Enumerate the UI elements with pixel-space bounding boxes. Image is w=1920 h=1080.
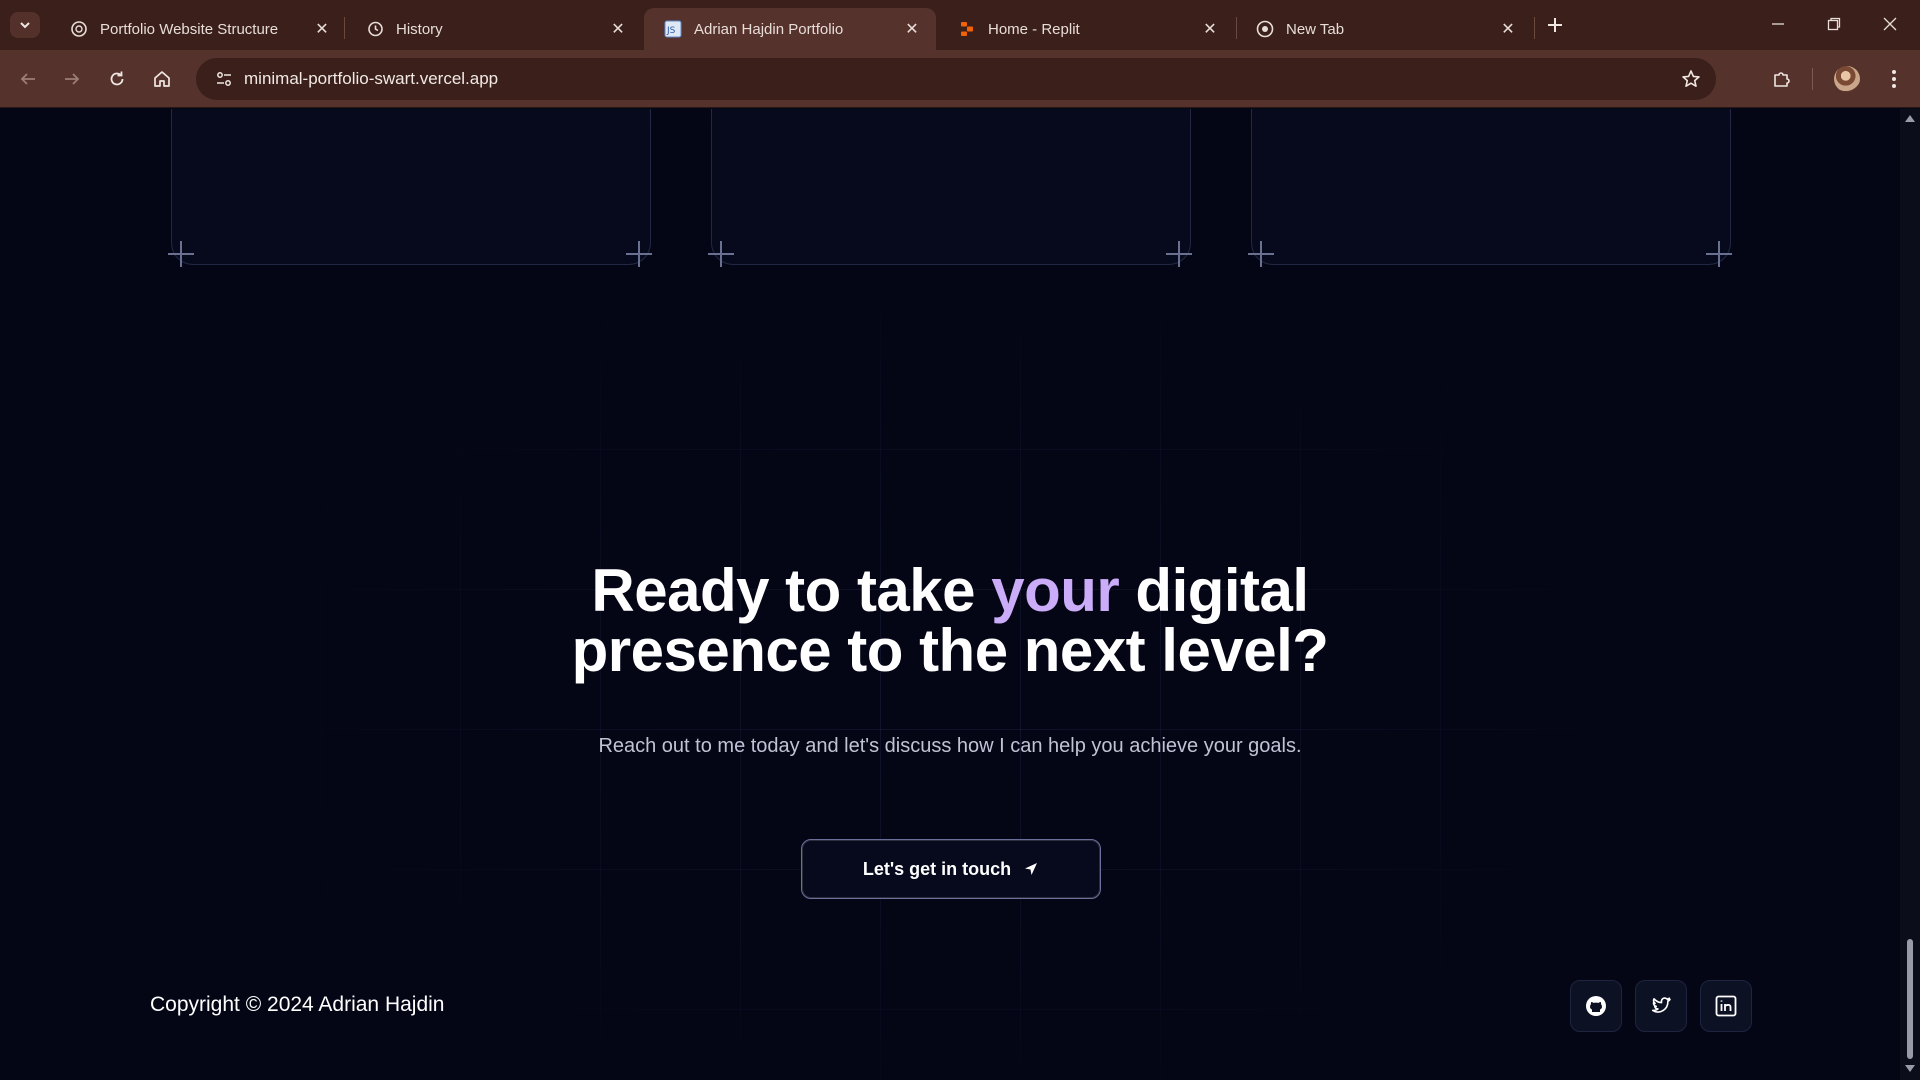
tab-title: History xyxy=(396,20,443,38)
scrollbar[interactable] xyxy=(1900,109,1920,1080)
puzzle-icon xyxy=(1774,72,1790,87)
copyright-text: Copyright © 2024 Adrian Hajdin xyxy=(150,993,445,1016)
site-favicon: JS xyxy=(664,20,682,38)
arrow-right-icon xyxy=(65,73,80,85)
page-title: Ready to take your digital presence to t… xyxy=(0,561,1900,681)
tab-portfolio-website-structure[interactable]: Portfolio Website Structure ✕ xyxy=(50,8,346,50)
headline-highlight: your xyxy=(991,557,1120,624)
menu-button[interactable] xyxy=(1878,63,1910,95)
tab-new-tab[interactable]: New Tab ✕ xyxy=(1236,8,1532,50)
close-window-button[interactable] xyxy=(1862,0,1918,48)
tab-divider xyxy=(344,17,345,39)
tab-strip: Portfolio Website Structure ✕ History ✕ … xyxy=(0,0,1920,50)
bookmark-star-icon[interactable] xyxy=(1680,68,1702,90)
chrome-icon xyxy=(1256,20,1274,38)
tab-title: Home - Replit xyxy=(988,20,1080,38)
tab-title: Portfolio Website Structure xyxy=(100,20,279,38)
tab-search-button[interactable] xyxy=(10,12,40,38)
project-card[interactable] xyxy=(171,109,651,265)
contact-button-label: Let's get in touch xyxy=(862,858,1012,879)
restore-button[interactable] xyxy=(1806,0,1862,48)
tab-title: New Tab xyxy=(1286,20,1345,38)
headline-text: Ready to take xyxy=(591,557,992,624)
browser-toolbar: minimal-portfolio-swart.vercel.app xyxy=(0,50,1920,108)
page-viewport: Ready to take your digital presence to t… xyxy=(0,109,1900,1080)
avatar xyxy=(1834,66,1860,92)
profile-button[interactable] xyxy=(1831,63,1863,95)
minimize-icon xyxy=(1772,23,1784,25)
linkedin-icon xyxy=(1715,995,1737,1017)
close-icon[interactable]: ✕ xyxy=(1200,19,1220,39)
plus-icon xyxy=(168,241,194,267)
replit-icon xyxy=(958,20,976,38)
home-icon xyxy=(154,71,170,87)
scroll-down-arrow[interactable] xyxy=(1905,1065,1915,1072)
restore-icon xyxy=(1827,17,1841,31)
history-icon xyxy=(366,20,384,38)
plus-icon xyxy=(1248,241,1274,267)
contact-button[interactable]: Let's get in touch xyxy=(801,839,1101,899)
url-text: minimal-portfolio-swart.vercel.app xyxy=(244,69,499,88)
address-bar[interactable]: minimal-portfolio-swart.vercel.app xyxy=(196,58,1716,100)
tab-adrian-hajdin-portfolio[interactable]: JS Adrian Hajdin Portfolio ✕ xyxy=(644,8,936,50)
more-vertical-icon xyxy=(1892,70,1896,88)
openai-icon xyxy=(70,20,88,38)
back-button[interactable] xyxy=(12,63,44,95)
headline-text: presence to the next level? xyxy=(571,617,1329,684)
site-settings-icon[interactable] xyxy=(204,58,244,100)
home-button[interactable] xyxy=(146,63,178,95)
send-icon xyxy=(1025,863,1038,875)
tab-title: Adrian Hajdin Portfolio xyxy=(694,20,844,38)
project-card[interactable] xyxy=(711,109,1191,265)
scroll-up-arrow[interactable] xyxy=(1905,115,1915,122)
tab-history[interactable]: History ✕ xyxy=(346,8,642,50)
linkedin-link[interactable] xyxy=(1700,980,1752,1032)
subtitle: Reach out to me today and let's discuss … xyxy=(598,735,1302,757)
twitter-link[interactable] xyxy=(1635,980,1687,1032)
close-icon[interactable]: ✕ xyxy=(312,19,332,39)
tab-divider xyxy=(1534,17,1535,39)
reload-icon xyxy=(110,71,124,86)
plus-icon xyxy=(1706,241,1732,267)
grid-background xyxy=(320,309,1580,1080)
scroll-thumb[interactable] xyxy=(1907,939,1913,1059)
close-icon[interactable]: ✕ xyxy=(608,19,628,39)
svg-text:JS: JS xyxy=(666,26,676,36)
plus-icon xyxy=(708,241,734,267)
chevron-down-icon xyxy=(20,22,30,29)
close-icon[interactable]: ✕ xyxy=(902,19,922,39)
toolbar-divider xyxy=(1812,68,1813,90)
close-icon xyxy=(1883,17,1897,31)
headline-text: digital xyxy=(1119,557,1309,624)
plus-icon xyxy=(626,241,652,267)
minimize-button[interactable] xyxy=(1750,0,1806,48)
github-link[interactable] xyxy=(1570,980,1622,1032)
reload-button[interactable] xyxy=(101,63,133,95)
extensions-button[interactable] xyxy=(1766,63,1798,95)
forward-button[interactable] xyxy=(56,63,88,95)
close-icon[interactable]: ✕ xyxy=(1498,19,1518,39)
plus-icon xyxy=(1548,18,1562,32)
new-tab-button[interactable] xyxy=(1541,12,1569,38)
arrow-left-icon xyxy=(20,73,35,85)
plus-icon xyxy=(1166,241,1192,267)
project-card[interactable] xyxy=(1251,109,1731,265)
tab-home-replit[interactable]: Home - Replit ✕ xyxy=(938,8,1234,50)
twitter-icon xyxy=(1651,997,1671,1013)
github-icon xyxy=(1586,996,1606,1016)
